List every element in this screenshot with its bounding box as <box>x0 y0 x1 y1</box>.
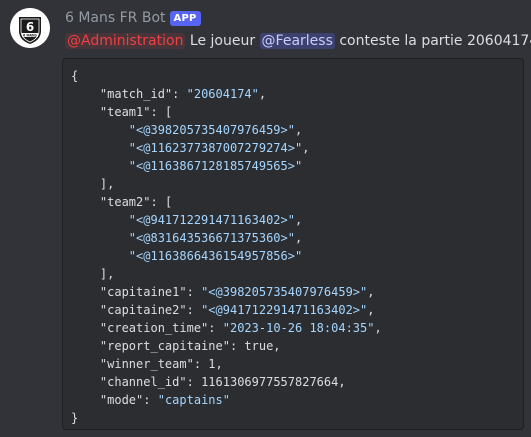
6mans-logo-icon: 6 6 MANS <box>10 8 50 48</box>
message-text: conteste la partie 20604174 <box>334 33 531 49</box>
message-text: Le joueur <box>185 33 260 49</box>
author-name[interactable]: 6 Mans FR Bot <box>65 10 166 26</box>
code-line: "match_id": "20604174", <box>99 87 267 101</box>
code-line: "<@941712291471163402>", <box>128 213 303 227</box>
code-line: "capitaine2": "<@941712291471163402>", <box>99 303 375 317</box>
app-badge: APP <box>169 10 201 26</box>
bot-avatar[interactable]: 6 6 MANS <box>10 8 50 48</box>
code-line: "mode": "captains" <box>99 393 230 407</box>
code-line: { <box>71 69 79 83</box>
code-line: "<@398205735407976459>", <box>128 123 303 137</box>
code-line: ], <box>71 267 115 281</box>
code-line: "<@1162377387007279274>", <box>128 141 310 155</box>
code-line: "winner_team": 1, <box>99 357 223 371</box>
code-line: "channel_id": 1161306977557827664, <box>99 375 346 389</box>
svg-text:6: 6 <box>26 20 34 34</box>
code-line: "<@1163866436154957856>" <box>128 249 303 263</box>
code-line: "<@1163867128185749565>" <box>128 159 303 173</box>
code-line: "report_capitaine": true, <box>99 339 281 353</box>
user-mention[interactable]: @Fearless <box>259 33 335 49</box>
code-line: "<@831643536671375360>", <box>128 231 303 245</box>
code-line: "creation_time": "2023-10-26 18:04:35", <box>99 321 382 335</box>
code-block: { "match_id": "20604174", "team1": [ "<@… <box>62 58 524 430</box>
code-line: "capitaine1": "<@398205735407976459>", <box>99 285 375 299</box>
svg-text:6 MANS: 6 MANS <box>23 33 38 37</box>
role-mention[interactable]: @Administration <box>65 33 186 49</box>
code-line: "team1": [ <box>99 105 173 119</box>
code-line: ], <box>71 177 115 191</box>
chat-message: 6 6 MANS 6 Mans FR Bot APP @Administrati… <box>0 0 531 437</box>
code-line: } <box>71 411 79 425</box>
message-header: 6 Mans FR Bot APP <box>65 9 201 27</box>
code-line: "team2": [ <box>99 195 173 209</box>
message-content: @Administration Le joueur @Fearless cont… <box>65 31 531 51</box>
